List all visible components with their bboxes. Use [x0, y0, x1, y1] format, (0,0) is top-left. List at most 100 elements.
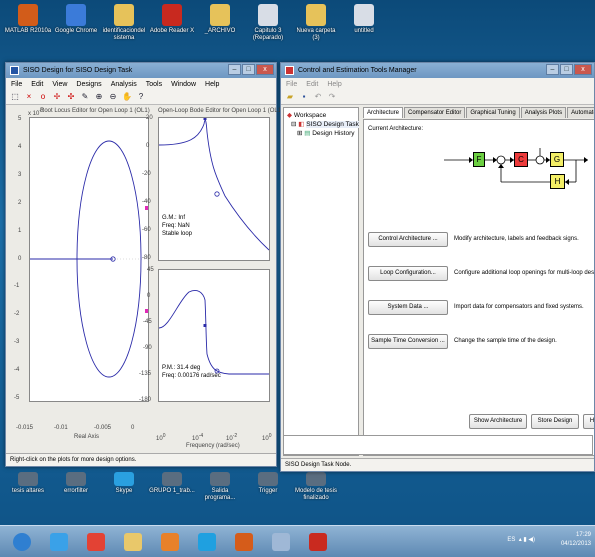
- bode-phase-svg: [158, 289, 269, 375]
- clock[interactable]: 17:29 04/12/2013: [561, 531, 591, 549]
- expand-icon: ⊞: [297, 130, 303, 137]
- cetm-menubar: File Edit Help: [281, 78, 594, 90]
- bode-mag-ytick: -40: [142, 199, 151, 205]
- add-pole-icon[interactable]: ×: [24, 92, 34, 102]
- desktop-icon[interactable]: MATLAB R2010a: [4, 4, 52, 35]
- desktop-icon[interactable]: Capitulo 3 (Reparado): [244, 4, 292, 42]
- open-folder-icon[interactable]: ▰: [285, 92, 295, 102]
- menu-help[interactable]: Help: [205, 81, 219, 88]
- bode-phase-ytick: -45: [143, 319, 152, 325]
- maximize-button[interactable]: □: [560, 64, 573, 75]
- bode-xtick: 100: [262, 433, 272, 442]
- system-data-button[interactable]: System Data ...: [368, 300, 448, 315]
- select-arrow-icon[interactable]: ⬚: [10, 92, 20, 102]
- desktop-app-icon: [114, 4, 134, 26]
- add-zero-icon[interactable]: o: [38, 92, 48, 102]
- desktop-icon[interactable]: Google Chrome: [52, 4, 100, 35]
- desktop-icon[interactable]: Salida programa...: [196, 472, 244, 502]
- desktop-icon[interactable]: untitled: [340, 4, 388, 35]
- tab-graphical-tuning[interactable]: Graphical Tuning: [466, 107, 520, 118]
- block-g[interactable]: G: [550, 152, 564, 167]
- help-button[interactable]: Help: [583, 414, 594, 429]
- bode-magnitude-plot[interactable]: G.M.: Inf Freq: NaN Stable loop: [158, 117, 270, 261]
- taskbar-windows-start[interactable]: [6, 529, 38, 555]
- block-c[interactable]: C: [514, 152, 528, 167]
- desktop-icon[interactable]: _ARCHIVO: [196, 4, 244, 35]
- control-architecture-button[interactable]: Control Architecture ...: [368, 232, 448, 247]
- adobe-reader-icon: [309, 533, 327, 551]
- minimize-button[interactable]: –: [228, 64, 241, 75]
- loop-configuration-button[interactable]: Loop Configuration...: [368, 266, 448, 281]
- matlab-icon: [235, 533, 253, 551]
- eraser-icon[interactable]: ✎: [80, 92, 90, 102]
- menu-help[interactable]: Help: [327, 81, 341, 88]
- close-button[interactable]: x: [256, 64, 274, 75]
- taskbar-media-player[interactable]: [154, 529, 186, 555]
- zoom-in-icon[interactable]: ⊕: [94, 92, 104, 102]
- tree-item-siso-design-task[interactable]: ⊟ ◧ SISO Design Task: [287, 120, 359, 129]
- tab-automated-tuning[interactable]: Automated Tuning: [567, 107, 594, 118]
- pan-icon[interactable]: ✋: [122, 92, 132, 102]
- internet-explorer-icon: [50, 533, 68, 551]
- help-pointer-icon[interactable]: ?: [136, 92, 146, 102]
- store-design-button[interactable]: Store Design: [531, 414, 579, 429]
- cetm-titlebar[interactable]: Control and Estimation Tools Manager – □…: [281, 63, 594, 78]
- tab-architecture[interactable]: Architecture: [363, 107, 404, 118]
- taskbar-notepad[interactable]: [265, 529, 297, 555]
- bode-phase-plot[interactable]: P.M.: 31.4 deg Freq: 0.00176 rad/sec: [158, 269, 270, 402]
- desktop-icon[interactable]: errorfilter: [52, 472, 100, 495]
- add-lag-icon[interactable]: ✣: [66, 92, 76, 102]
- menu-file[interactable]: File: [286, 81, 297, 88]
- desktop-icon[interactable]: Modelo de tesis finalizado: [292, 472, 340, 502]
- desktop-icon[interactable]: Adobe Reader X: [148, 4, 196, 35]
- menu-analysis[interactable]: Analysis: [111, 81, 137, 88]
- add-lead-icon[interactable]: ✢: [52, 92, 62, 102]
- menu-view[interactable]: View: [52, 81, 67, 88]
- siso-menubar: File Edit View Designs Analysis Tools Window He…: [6, 78, 276, 90]
- menu-edit[interactable]: Edit: [31, 81, 43, 88]
- sample-time-conversion-button[interactable]: Sample Time Conversion ...: [368, 334, 448, 349]
- root-locus-plot[interactable]: [29, 117, 149, 402]
- siso-window-controls: – □ x: [228, 64, 274, 75]
- tab-compensator-editor[interactable]: Compensator Editor: [404, 107, 466, 118]
- menu-window[interactable]: Window: [171, 81, 196, 88]
- menu-file[interactable]: File: [11, 81, 22, 88]
- tray-icons[interactable]: ES ▴ ▮ ◀): [507, 536, 535, 543]
- menu-edit[interactable]: Edit: [306, 81, 318, 88]
- undo-icon[interactable]: ↶: [313, 92, 323, 102]
- taskbar-chrome[interactable]: [80, 529, 112, 555]
- root-locus-svg: [30, 140, 149, 378]
- siso-titlebar[interactable]: SISO Design for SISO Design Task – □ x: [6, 63, 276, 78]
- taskbar-internet-explorer[interactable]: [43, 529, 75, 555]
- taskbar-file-explorer[interactable]: [117, 529, 149, 555]
- show-architecture-button[interactable]: Show Architecture: [469, 414, 527, 429]
- language-indicator[interactable]: ES: [507, 537, 515, 543]
- desktop-icon[interactable]: tesis altares: [4, 472, 52, 495]
- save-icon[interactable]: ▪: [299, 92, 309, 102]
- tab-analysis-plots[interactable]: Analysis Plots: [520, 107, 567, 118]
- desktop-app-icon: [258, 472, 278, 486]
- desktop-icon[interactable]: identificaciondel sistema: [100, 4, 148, 42]
- redo-icon[interactable]: ↷: [327, 92, 337, 102]
- maximize-button[interactable]: □: [242, 64, 255, 75]
- bode-xtick: 10-2: [226, 433, 238, 442]
- taskbar-matlab[interactable]: [228, 529, 260, 555]
- desktop-icon[interactable]: Skype: [100, 472, 148, 495]
- block-h[interactable]: H: [550, 174, 565, 189]
- tree-item-workspace[interactable]: ◆ Workspace: [287, 111, 355, 120]
- close-button[interactable]: x: [574, 64, 592, 75]
- desktop-icon[interactable]: Trigger: [244, 472, 292, 495]
- desktop-icon[interactable]: Nueva carpeta (3): [292, 4, 340, 42]
- block-f[interactable]: F: [473, 152, 485, 167]
- menu-designs[interactable]: Designs: [76, 81, 101, 88]
- taskbar-adobe-reader[interactable]: [302, 529, 334, 555]
- siso-status: Right-click on the plots for more design…: [6, 453, 276, 466]
- menu-tools[interactable]: Tools: [146, 81, 162, 88]
- tree-item-design-history[interactable]: ⊞ ▤ Design History: [287, 129, 355, 138]
- zoom-out-icon[interactable]: ⊖: [108, 92, 118, 102]
- minimize-button[interactable]: –: [546, 64, 559, 75]
- current-architecture-label: Current Architecture:: [368, 126, 424, 132]
- taskbar-skype[interactable]: [191, 529, 223, 555]
- desktop-icon[interactable]: GRUPO 1_trab...: [148, 472, 196, 495]
- bode-phase-ytick: -180: [139, 397, 152, 403]
